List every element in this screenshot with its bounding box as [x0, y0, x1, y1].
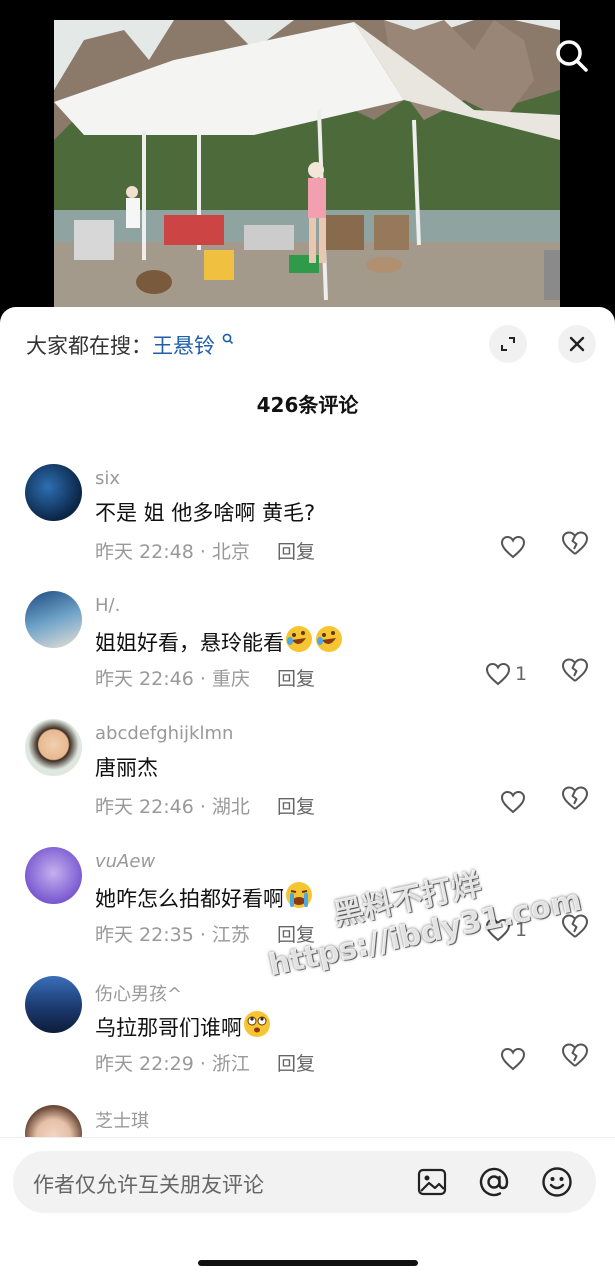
search-small-icon: [222, 333, 233, 345]
comment-text: 姐姐好看，悬玲能看: [95, 631, 284, 655]
close-icon: [569, 336, 585, 352]
heart-icon: [485, 918, 511, 942]
comment-meta: 昨天 22:48 · 北京: [95, 541, 250, 563]
avatar[interactable]: [25, 1105, 82, 1137]
comment-line: 姐姐好看，悬玲能看: [95, 624, 344, 657]
like-button[interactable]: [500, 785, 530, 819]
like-button[interactable]: [500, 1042, 530, 1076]
comment-username[interactable]: vuAew: [95, 851, 155, 872]
comment-text: 不是 姐 他多啥啊 黄毛?: [95, 501, 316, 525]
broken-heart-icon: [562, 786, 588, 810]
reply-button[interactable]: 回复: [277, 920, 315, 947]
dislike-button[interactable]: [561, 657, 591, 691]
avatar[interactable]: [25, 719, 82, 776]
at-icon[interactable]: [478, 1166, 510, 1198]
close-button[interactable]: [558, 325, 596, 363]
comment-text: 她咋怎么拍都好看啊: [95, 887, 284, 911]
rofl-emoji: [286, 626, 312, 652]
expand-button[interactable]: [489, 325, 527, 363]
dislike-button[interactable]: [561, 530, 591, 564]
comment-username[interactable]: six: [95, 468, 120, 489]
broken-heart-icon: [562, 1043, 588, 1067]
like-button[interactable]: 1: [485, 913, 527, 947]
like-button[interactable]: [500, 530, 530, 564]
avatar[interactable]: [25, 847, 82, 904]
image-icon[interactable]: [416, 1166, 448, 1198]
comment-item: 芝士琪: [0, 1105, 615, 1137]
comment-item: H/. 姐姐好看，悬玲能看 昨天 22:46 · 重庆 回复 1: [0, 591, 615, 711]
heart-icon: [500, 790, 526, 814]
broken-heart-icon: [562, 658, 588, 682]
hot-search: 大家都在搜：王悬铃: [26, 330, 234, 360]
comment-username[interactable]: abcdefghijklmn: [95, 723, 233, 744]
rolling-eyes-emoji: [244, 1011, 270, 1037]
hot-search-prefix: 大家都在搜：: [26, 334, 152, 358]
rofl-emoji: [316, 626, 342, 652]
like-count: 1: [515, 663, 528, 685]
heart-icon: [500, 1047, 526, 1071]
comment-username[interactable]: 芝士琪: [95, 1107, 149, 1133]
comment-input-bar[interactable]: 作者仅允许互关朋友评论: [13, 1151, 596, 1213]
comment-meta: 昨天 22:46 · 重庆: [95, 668, 250, 690]
comment-item: six 不是 姐 他多啥啊 黄毛? 昨天 22:48 · 北京 回复: [0, 464, 615, 584]
comment-meta: 昨天 22:29 · 浙江: [95, 1053, 250, 1075]
avatar[interactable]: [25, 464, 82, 521]
broken-heart-icon: [562, 914, 588, 938]
comment-text: 唐丽杰: [95, 756, 158, 780]
comment-item: 伤心男孩^ 乌拉那哥们谁啊 昨天 22:29 · 浙江 回复: [0, 976, 615, 1096]
dislike-button[interactable]: [561, 1042, 591, 1076]
home-indicator: [198, 1260, 418, 1266]
comment-meta: 昨天 22:35 · 江苏: [95, 924, 250, 946]
hot-search-keyword[interactable]: 王悬铃: [152, 334, 215, 358]
video-frame[interactable]: [54, 20, 560, 308]
reply-button[interactable]: 回复: [277, 1049, 315, 1076]
avatar[interactable]: [25, 591, 82, 648]
crying-emoji: [286, 882, 312, 908]
avatar[interactable]: [25, 976, 82, 1033]
dislike-button[interactable]: [561, 785, 591, 819]
comment-sheet: 大家都在搜：王悬铃 426条评论 six 不是 姐 他多啥啊 黄毛? 昨天 22…: [0, 307, 615, 1280]
comment-count: 426条评论: [256, 393, 359, 417]
broken-heart-icon: [562, 531, 588, 555]
expand-icon: [501, 337, 515, 351]
comment-line: 她咋怎么拍都好看啊: [95, 880, 314, 913]
heart-icon: [500, 535, 526, 559]
divider: [0, 1137, 615, 1138]
comment-item: vuAew 她咋怎么拍都好看啊 昨天 22:35 · 江苏 回复 1: [0, 847, 615, 967]
search-icon[interactable]: [552, 36, 592, 76]
reply-button[interactable]: 回复: [277, 664, 315, 691]
like-count: 1: [515, 919, 528, 941]
comment-item: abcdefghijklmn 唐丽杰 昨天 22:46 · 湖北 回复: [0, 719, 615, 839]
dislike-button[interactable]: [561, 913, 591, 947]
reply-button[interactable]: 回复: [277, 537, 315, 564]
heart-icon: [485, 662, 511, 686]
comment-username[interactable]: 伤心男孩^: [95, 980, 182, 1006]
emoji-icon[interactable]: [541, 1166, 573, 1198]
comment-meta: 昨天 22:46 · 湖北: [95, 796, 250, 818]
comment-line: 乌拉那哥们谁啊: [95, 1009, 272, 1042]
video-area[interactable]: [0, 0, 615, 320]
reply-button[interactable]: 回复: [277, 792, 315, 819]
comment-text: 乌拉那哥们谁啊: [95, 1016, 242, 1040]
comment-username[interactable]: H/.: [95, 595, 120, 616]
comment-input-placeholder[interactable]: 作者仅允许互关朋友评论: [33, 1169, 264, 1199]
like-button[interactable]: 1: [485, 657, 527, 691]
